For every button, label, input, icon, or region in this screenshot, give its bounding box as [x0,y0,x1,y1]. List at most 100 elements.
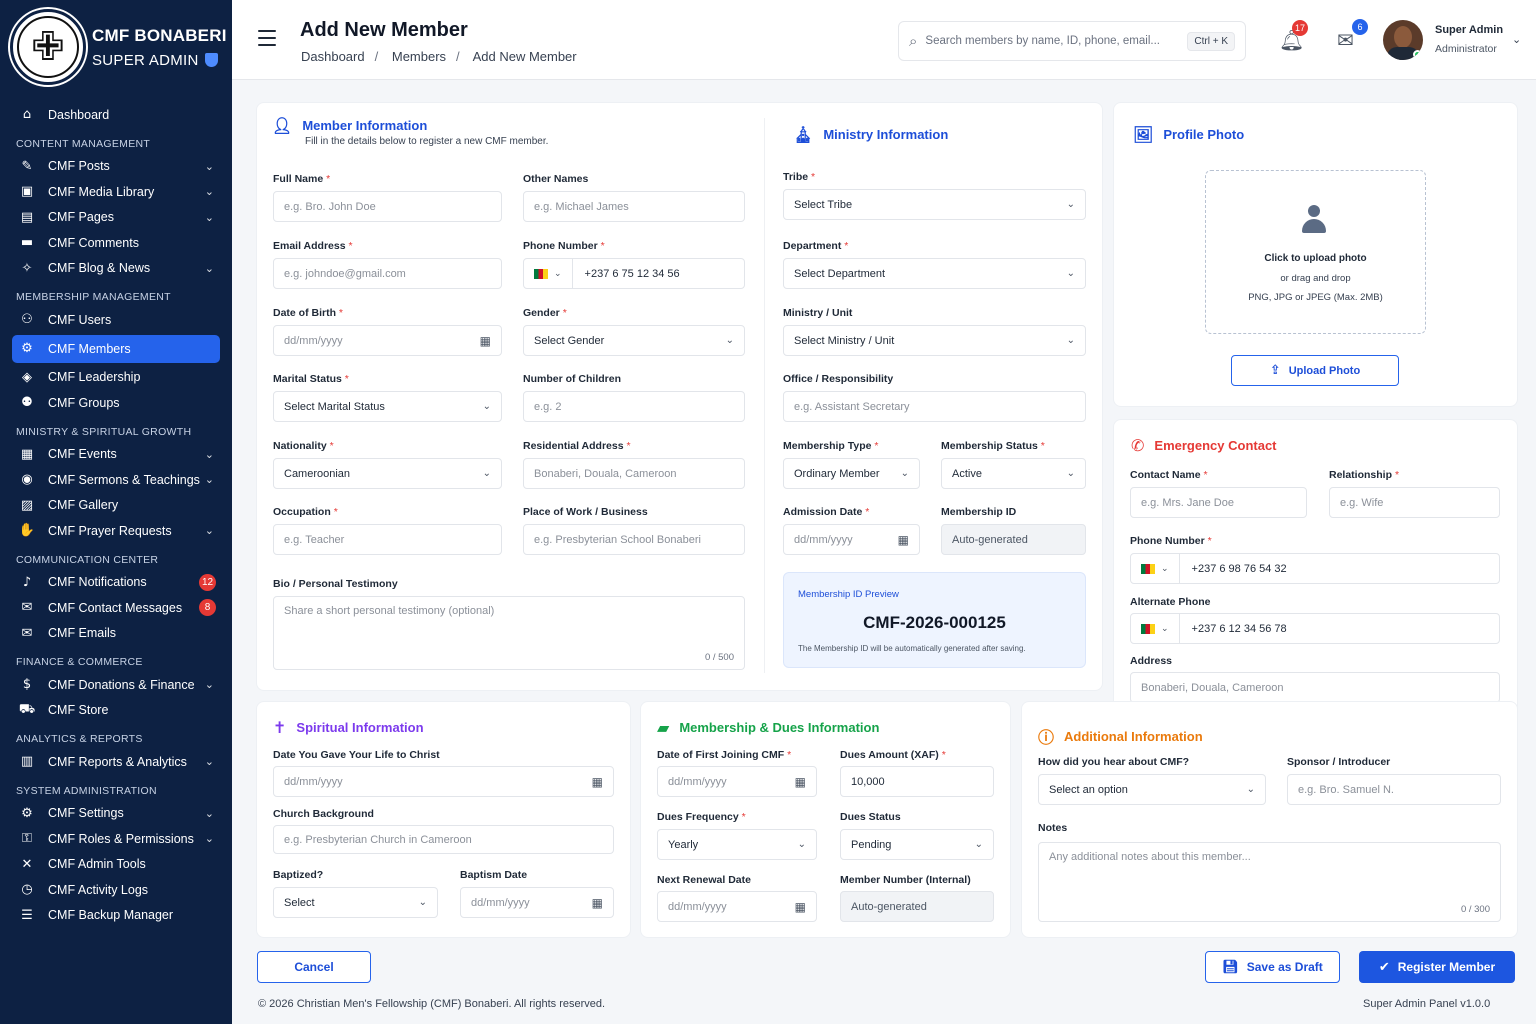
chevron-down-icon: ⌄ [554,268,562,279]
sidebar-item-events[interactable]: ▦ CMF Events ⌄ [12,442,220,468]
first-join-label: Date of First Joining CMF * [657,749,792,761]
sidebar-item-admin-tools[interactable]: ✕ CMF Admin Tools [12,852,220,878]
department-select[interactable]: Select Department ⌄ [783,258,1086,289]
dob-input[interactable]: dd/mm/yyyy ▦ [273,325,502,356]
phone-input[interactable]: ⌄ +237 6 75 12 34 56 [523,258,745,289]
full-name-input[interactable]: e.g. Bro. John Doe [273,191,502,222]
sidebar-item-comments[interactable]: ▬ CMF Comments [12,230,220,256]
renewal-date-input[interactable]: dd/mm/yyyy ▦ [657,891,817,922]
baptized-select[interactable]: Select ⌄ [273,887,438,918]
alt-phone-input[interactable]: ⌄ +237 6 12 34 56 78 [1130,613,1500,644]
other-names-input[interactable]: e.g. Michael James [523,191,745,222]
children-input[interactable]: e.g. 2 [523,391,745,422]
breadcrumb-members[interactable]: Members [392,49,446,64]
sidebar-item-donations[interactable]: $ CMF Donations & Finance ⌄ [12,672,220,698]
church-input[interactable]: e.g. Presbyterian Church in Cameroon [273,825,614,854]
sidebar-item-groups[interactable]: ⚉ CMF Groups [12,390,220,416]
sidebar-item-users[interactable]: ⚇ CMF Users [12,307,220,333]
relationship-input[interactable]: e.g. Wife [1329,487,1500,518]
mail-icon[interactable]: ✉ [1337,28,1354,52]
sidebar-item-dashboard[interactable]: ⌂ Dashboard [12,102,220,128]
hamburger-menu-icon[interactable] [258,30,276,51]
notes-textarea[interactable]: Any additional notes about this member..… [1038,842,1501,922]
register-member-button[interactable]: ✔ Register Member [1359,951,1515,983]
sidebar-item-settings[interactable]: ⚙ CMF Settings ⌄ [12,801,220,827]
save-draft-button[interactable]: 💾︎ Save as Draft [1205,951,1340,983]
sidebar-item-media[interactable]: ▣ CMF Media Library ⌄ [12,179,220,205]
chevron-down-icon: ⌄ [204,524,214,538]
frequency-select[interactable]: Yearly ⌄ [657,829,817,860]
tribe-select[interactable]: Select Tribe ⌄ [783,189,1086,220]
occupation-input[interactable]: e.g. Teacher [273,524,502,555]
emergency-address-input[interactable]: Bonaberi, Douala, Cameroon [1130,672,1500,703]
edit-icon: ✎ [21,158,33,174]
upload-photo-button[interactable]: ⇪ Upload Photo [1231,355,1399,386]
marital-select[interactable]: Select Marital Status ⌄ [273,391,502,422]
country-code-select[interactable]: ⌄ [1141,614,1180,643]
wallet-icon: ▰ [657,718,670,737]
emergency-address-label: Address [1130,655,1173,667]
chevron-down-icon: ⌄ [797,839,806,850]
search-input[interactable]: ⌕ Search members by name, ID, phone, ema… [898,21,1246,61]
church-icon: ⛪︎ [793,125,814,144]
sidebar-item-store[interactable]: ⛟ CMF Store [12,698,220,724]
membership-type-select[interactable]: Ordinary Member ⌄ [783,458,920,489]
sidebar-item-sermons[interactable]: ◉ CMF Sermons & Teachings ⌄ [12,467,220,493]
unit-select[interactable]: Select Ministry / Unit ⌄ [783,325,1086,356]
office-input[interactable]: e.g. Assistant Secretary [783,391,1086,422]
avatar[interactable] [1383,20,1423,60]
sponsor-input[interactable]: e.g. Bro. Samuel N. [1287,774,1501,805]
country-code-select[interactable]: ⌄ [534,259,573,288]
email-input[interactable]: e.g. johndoe@gmail.com [273,258,502,289]
chevron-down-icon: ⌄ [204,832,214,846]
sponsor-label: Sponsor / Introducer [1287,756,1391,768]
membership-id-input: Auto-generated [941,524,1086,555]
sidebar-item-posts[interactable]: ✎ CMF Posts ⌄ [12,154,220,180]
chevron-down-icon[interactable]: ⌄ [1512,33,1521,46]
membership-status-select[interactable]: Active ⌄ [941,458,1086,489]
sidebar-item-pages[interactable]: ▤ CMF Pages ⌄ [12,205,220,231]
chevron-down-icon: ⌄ [1161,623,1169,634]
sidebar-item-leadership[interactable]: ◈ CMF Leadership [12,365,220,391]
calendar-icon: ▦ [794,774,806,789]
photo-dropzone[interactable]: Click to upload photo or drag and drop P… [1205,170,1426,334]
country-code-select[interactable]: ⌄ [1141,554,1180,583]
christ-date-input[interactable]: dd/mm/yyyy ▦ [273,766,614,797]
workplace-input[interactable]: e.g. Presbyterian School Bonaberi [523,524,745,555]
file-icon: ▤ [20,209,34,225]
emergency-phone-input[interactable]: ⌄ +237 6 98 76 54 32 [1130,553,1500,584]
sidebar-item-activity[interactable]: ◷ CMF Activity Logs [12,877,220,903]
cameroon-flag-icon [1141,623,1155,634]
sidebar-item-backup[interactable]: ☰ CMF Backup Manager [12,903,220,929]
baptism-date-input[interactable]: dd/mm/yyyy ▦ [460,887,614,918]
notes-label: Notes [1038,822,1068,834]
dues-status-select[interactable]: Pending ⌄ [840,829,994,860]
brand-name: CMF BONABERI [92,25,227,45]
nationality-select[interactable]: Cameroonian ⌄ [273,458,502,489]
full-name-label: Full Name * [273,173,331,185]
sidebar-item-blog[interactable]: ✧ CMF Blog & News ⌄ [12,256,220,282]
first-join-input[interactable]: dd/mm/yyyy ▦ [657,766,817,797]
phone-label: Phone Number * [523,240,605,252]
dues-amount-input[interactable]: 10,000 [840,766,994,797]
sidebar-item-emails[interactable]: ✉ CMF Emails [12,621,220,647]
address-input[interactable]: Bonaberi, Douala, Cameroon [523,458,745,489]
sidebar-item-contact[interactable]: ✉ CMF Contact Messages 8 [12,595,220,621]
sidebar-item-gallery[interactable]: ▨ CMF Gallery [12,493,220,519]
sidebar-item-members[interactable]: ⚙ CMF Members [12,334,220,363]
breadcrumb-dashboard[interactable]: Dashboard [301,49,365,64]
sidebar-item-notifications[interactable]: ♪ CMF Notifications 12 [12,570,220,596]
calendar-icon: ▦ [591,774,603,789]
nationality-label: Nationality * [273,440,334,452]
gender-select[interactable]: Select Gender ⌄ [523,325,745,356]
chevron-down-icon: ⌄ [204,755,214,769]
heard-select[interactable]: Select an option ⌄ [1038,774,1266,805]
admission-date-input[interactable]: dd/mm/yyyy ▦ [783,524,920,555]
sidebar-item-reports[interactable]: ▥ CMF Reports & Analytics ⌄ [12,749,220,775]
bio-textarea[interactable]: Share a short personal testimony (option… [273,596,745,670]
nav-section-ministry: MINISTRY & SPIRITUAL GROWTH [16,425,192,438]
contact-name-input[interactable]: e.g. Mrs. Jane Doe [1130,487,1307,518]
cancel-button[interactable]: Cancel [257,951,371,983]
sidebar-item-roles[interactable]: ⚿ CMF Roles & Permissions ⌄ [12,826,220,852]
sidebar-item-prayer[interactable]: ✋ CMF Prayer Requests ⌄ [12,518,220,544]
